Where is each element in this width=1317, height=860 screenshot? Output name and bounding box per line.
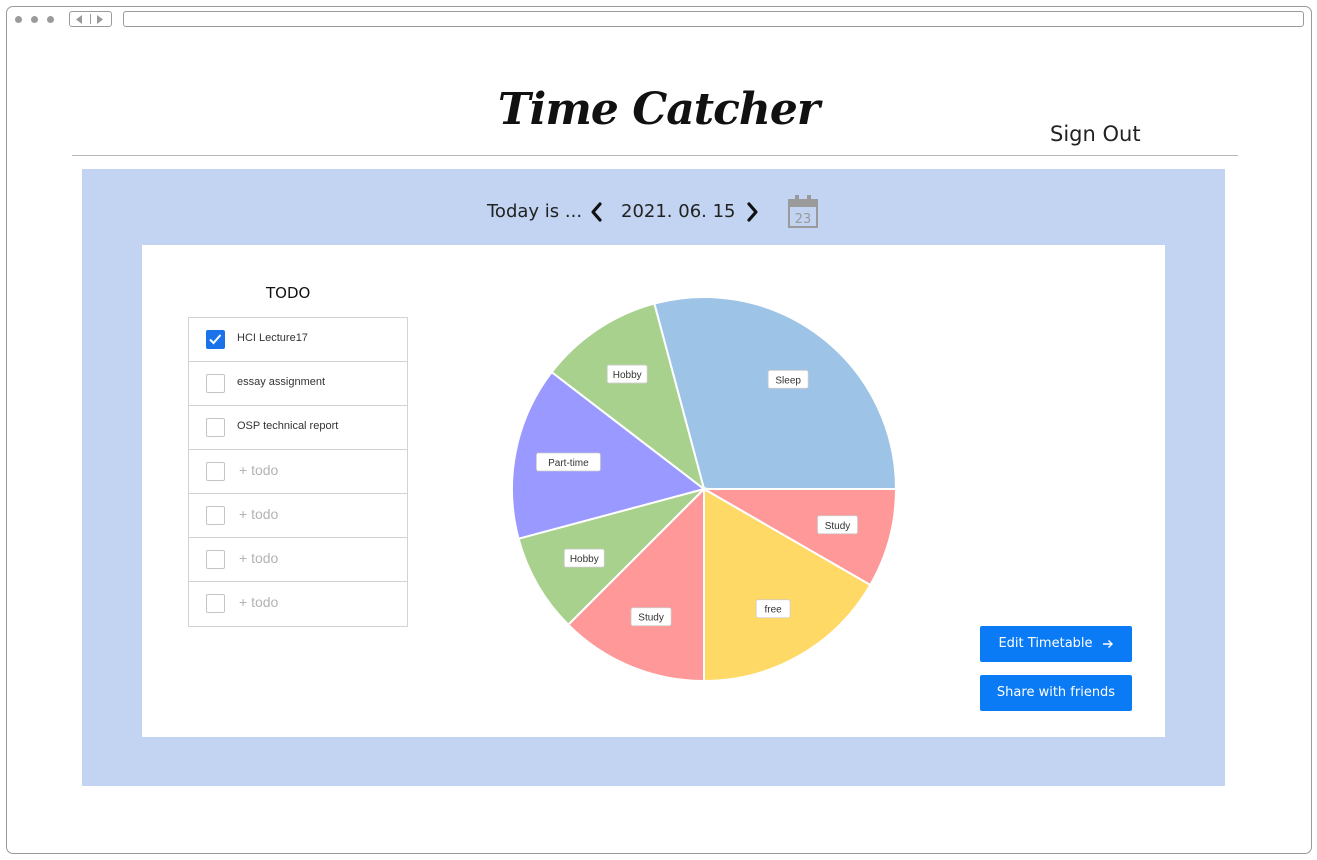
main-panel: Today is ... 2021. 06. 15 23 TODO HCI Le… (82, 169, 1225, 786)
pie-slice-label: free (755, 599, 791, 619)
date-navigator: Today is ... 2021. 06. 15 23 (82, 169, 1225, 245)
todo-list: HCI Lecture17 essay assignment OSP technic… (188, 317, 408, 627)
todo-checkbox[interactable] (206, 506, 225, 525)
header-divider (72, 155, 1238, 156)
checkmark-icon (209, 334, 222, 345)
pie-slice-label: Hobby (606, 364, 648, 384)
calendar-icon[interactable]: 23 (787, 193, 819, 229)
pie-slice-label: Study (817, 515, 858, 535)
todo-checkbox[interactable] (206, 374, 225, 393)
todo-item[interactable]: HCI Lecture17 (189, 318, 407, 362)
add-todo-placeholder[interactable]: + todo (239, 550, 278, 566)
todo-title: TODO (266, 284, 311, 302)
todo-item[interactable]: + todo (189, 494, 407, 538)
todo-checkbox[interactable] (206, 462, 225, 481)
back-arrow-icon[interactable] (76, 15, 83, 24)
todo-item[interactable]: + todo (189, 538, 407, 582)
share-with-friends-label: Share with friends (996, 685, 1116, 700)
sign-out-link[interactable]: Sign Out (1050, 122, 1141, 146)
svg-text:free: free (765, 605, 783, 616)
chevron-left-icon[interactable] (587, 200, 605, 224)
todo-checkbox[interactable] (206, 550, 225, 569)
content-card: TODO HCI Lecture17 essay assignment OSP te… (142, 245, 1165, 737)
edit-timetable-label: Edit Timetable (998, 636, 1093, 651)
todo-checkbox[interactable] (206, 330, 225, 349)
pie-slice-label: Sleep (767, 369, 809, 389)
todo-item[interactable]: + todo (189, 582, 407, 626)
todo-item[interactable]: + todo (189, 450, 407, 494)
svg-text:Study: Study (825, 521, 851, 532)
svg-text:Sleep: Sleep (775, 375, 801, 386)
timetable-pie-chart[interactable]: Sleep Study free Study Hobby Part-time Hobby (508, 293, 900, 685)
svg-text:Study: Study (638, 613, 664, 624)
svg-text:Hobby: Hobby (570, 554, 599, 565)
svg-text:Part-time: Part-time (548, 458, 589, 469)
add-todo-placeholder[interactable]: + todo (239, 594, 278, 610)
url-bar[interactable] (123, 11, 1304, 27)
pie-slice-label: Study (630, 607, 672, 627)
add-todo-placeholder[interactable]: + todo (239, 506, 278, 522)
current-date: 2021. 06. 15 (621, 201, 736, 222)
share-with-friends-button[interactable]: Share with friends (980, 675, 1132, 711)
todo-label: essay assignment (237, 376, 326, 388)
window-dot-icon[interactable] (47, 16, 54, 23)
todo-label: OSP technical report (237, 420, 339, 432)
svg-text:Hobby: Hobby (613, 370, 642, 381)
window-dot-icon[interactable] (31, 16, 38, 23)
edit-timetable-button[interactable]: Edit Timetable (980, 626, 1132, 662)
chevron-right-icon[interactable] (744, 200, 762, 224)
todo-checkbox[interactable] (206, 594, 225, 613)
browser-nav-buttons (69, 11, 112, 27)
browser-toolbar (7, 7, 1311, 33)
today-label: Today is ... (487, 201, 583, 222)
todo-item[interactable]: OSP technical report (189, 406, 407, 450)
calendar-day: 23 (795, 212, 812, 227)
add-todo-placeholder[interactable]: + todo (239, 462, 278, 478)
todo-item[interactable]: essay assignment (189, 362, 407, 406)
todo-checkbox[interactable] (206, 418, 225, 437)
forward-arrow-icon[interactable] (96, 15, 103, 24)
arrow-right-icon (1102, 639, 1113, 648)
pie-slice-label: Hobby (563, 548, 605, 568)
pie-slice-label: Part-time (536, 452, 601, 472)
todo-label: HCI Lecture17 (237, 332, 308, 344)
window-dot-icon[interactable] (15, 16, 22, 23)
